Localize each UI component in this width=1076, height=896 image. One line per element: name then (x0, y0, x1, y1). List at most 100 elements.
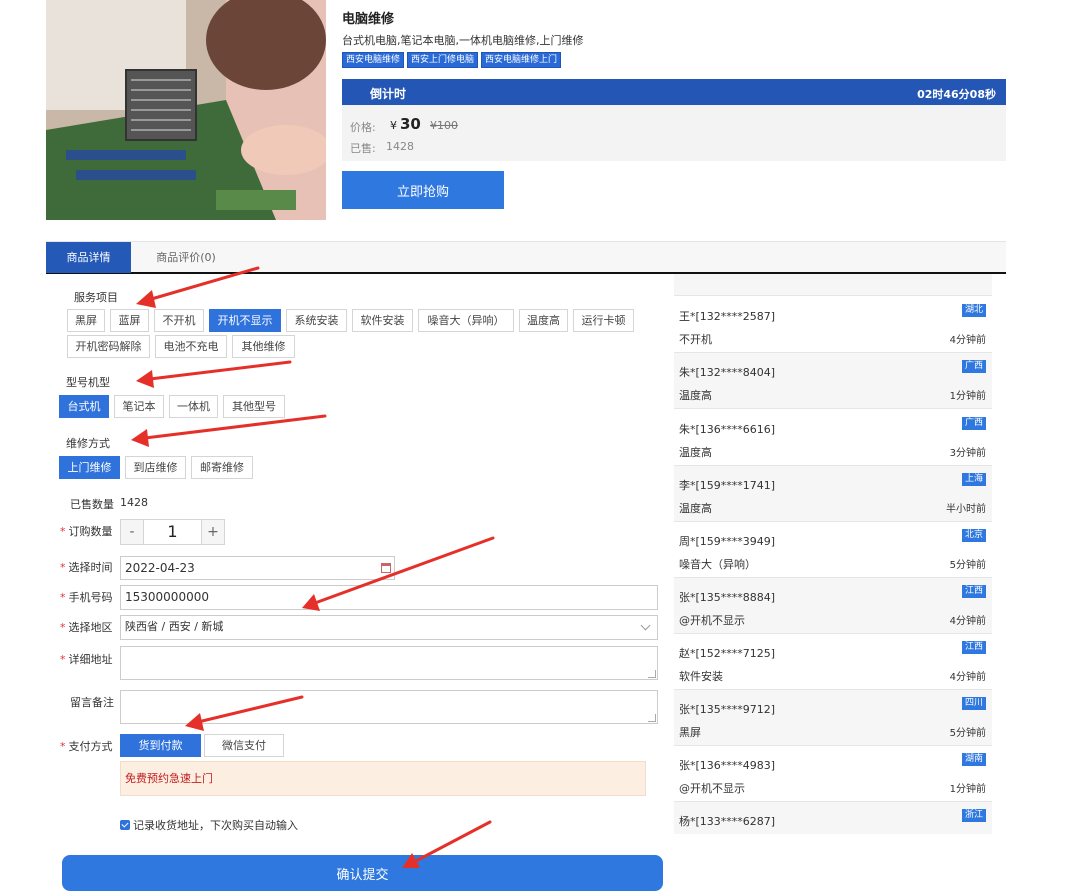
service-option[interactable]: 蓝屏 (110, 309, 149, 332)
date-label: * 选择时间 (60, 561, 113, 574)
service-option[interactable]: 温度高 (519, 309, 568, 332)
region-label: * 选择地区 (60, 621, 113, 634)
service-title: 服务项目 (74, 291, 118, 304)
method-option[interactable]: 邮寄维修 (191, 456, 253, 479)
list-item: 王*[132****2587] 湖北 不开机 4分钟前 (674, 297, 992, 353)
order-time: 4分钟前 (949, 616, 986, 627)
remark-textarea[interactable] (120, 690, 658, 724)
list-item: 朱*[132****8404] 广西 温度高 1分钟前 (674, 353, 992, 409)
submit-button[interactable]: 确认提交 (62, 855, 663, 891)
service-option[interactable]: 其他维修 (232, 335, 295, 358)
list-item: 朱*[136****6616] 广西 温度高 3分钟前 (674, 410, 992, 466)
price-currency: ¥ (390, 119, 397, 132)
method-option[interactable]: 到店维修 (125, 456, 186, 479)
model-option[interactable]: 一体机 (169, 395, 218, 418)
quantity-increase-button[interactable]: + (202, 520, 224, 544)
region-badge: 江西 (961, 641, 986, 654)
address-label: * 详细地址 (60, 653, 113, 666)
region-badge: 北京 (961, 529, 986, 542)
payment-option[interactable]: 微信支付 (204, 734, 284, 757)
quantity-stepper: - 1 + (120, 519, 225, 545)
countdown-label: 倒计时 (370, 87, 407, 101)
list-item: 赵*[152****7125] 江西 软件安装 4分钟前 (674, 634, 992, 690)
order-time: 1分钟前 (949, 784, 986, 795)
order-service: 温度高 (679, 502, 712, 515)
service-option[interactable]: 不开机 (154, 309, 204, 332)
order-customer: 张*[135****8884] (679, 591, 776, 604)
price-current: 30 (400, 115, 421, 133)
method-option-selected[interactable]: 上门维修 (59, 456, 120, 479)
quantity-decrease-button[interactable]: - (121, 520, 143, 544)
list-item: 周*[159****3949] 北京 噪音大（异响） 5分钟前 (674, 522, 992, 578)
arrow-line (148, 360, 292, 381)
arrow-head (136, 290, 156, 308)
region-badge: 湖北 (961, 304, 986, 317)
model-option[interactable]: 笔记本 (114, 395, 164, 418)
order-service: 软件安装 (679, 670, 723, 683)
order-time: 3分钟前 (949, 448, 986, 459)
quantity-value[interactable]: 1 (143, 520, 202, 544)
order-customer: 杨*[133****6287] (679, 815, 776, 828)
service-option[interactable]: 运行卡顿 (573, 309, 634, 332)
price-original: ¥100 (430, 119, 458, 132)
region-badge: 广西 (961, 360, 986, 373)
product-description: 台式机电脑,笔记本电脑,一体机电脑维修,上门维修 (342, 34, 584, 47)
phone-label: * 手机号码 (60, 591, 113, 604)
list-item: 杨*[133****6287] 浙江 (674, 802, 992, 834)
model-option-selected[interactable]: 台式机 (59, 395, 109, 418)
service-option-selected[interactable]: 开机不显示 (209, 309, 281, 332)
order-customer: 朱*[136****6616] (679, 423, 776, 436)
list-item: 张*[135****8884] 江西 @开机不显示 4分钟前 (674, 578, 992, 634)
product-title: 电脑维修 (342, 12, 395, 27)
price-label: 价格: (350, 121, 376, 134)
calendar-icon[interactable] (381, 563, 391, 573)
address-textarea[interactable] (120, 646, 658, 680)
region-badge: 湖南 (961, 753, 986, 766)
model-option[interactable]: 其他型号 (223, 395, 285, 418)
order-customer: 张*[135****9712] (679, 703, 776, 716)
order-service: 温度高 (679, 389, 712, 402)
date-input[interactable]: 2022-04-23 (120, 556, 395, 580)
arrow-head (136, 370, 154, 388)
product-tag[interactable]: 西安上门修电脑 (407, 52, 479, 68)
remember-address-checkbox[interactable]: 记录收货地址，下次购买自动输入 (120, 817, 298, 833)
region-badge: 上海 (961, 473, 986, 486)
tab-review[interactable]: 商品评价(0) (141, 242, 231, 273)
service-option[interactable]: 软件安装 (352, 309, 413, 332)
order-time: 5分钟前 (949, 728, 986, 739)
region-select[interactable]: 陕西省 / 西安 / 新城 (120, 615, 658, 640)
order-time: 5分钟前 (949, 560, 986, 571)
order-service: 黑屏 (679, 726, 701, 739)
service-option[interactable]: 电池不充电 (155, 335, 227, 358)
order-service: 噪音大（异响） (679, 558, 756, 571)
buy-now-button[interactable]: 立即抢购 (342, 171, 504, 209)
arrow-line (143, 414, 327, 440)
service-option[interactable]: 系统安装 (286, 309, 347, 332)
payment-option-selected[interactable]: 货到付款 (120, 734, 201, 757)
region-badge: 江西 (961, 585, 986, 598)
date-value: 2022-04-23 (125, 561, 195, 575)
order-time: 4分钟前 (949, 335, 986, 346)
remember-address-label: 记录收货地址，下次购买自动输入 (133, 819, 298, 832)
service-option[interactable]: 开机密码解除 (67, 335, 150, 358)
checkbox-checked-icon[interactable] (120, 820, 130, 830)
order-service: 不开机 (679, 333, 712, 346)
payment-label: * 支付方式 (60, 740, 113, 753)
product-tag[interactable]: 西安电脑维修 (342, 52, 405, 68)
resize-handle-icon[interactable] (648, 670, 656, 678)
method-title: 维修方式 (66, 437, 110, 450)
phone-input[interactable]: 15300000000 (120, 585, 658, 610)
sold-qty-value: 1428 (120, 496, 148, 509)
phone-value: 15300000000 (125, 590, 209, 604)
resize-handle-icon[interactable] (648, 714, 656, 722)
remark-label: 留言备注 (70, 696, 114, 709)
sold-count: 1428 (386, 140, 414, 153)
tab-detail[interactable]: 商品详情 (46, 242, 131, 273)
countdown-time: 02时46分08秒 (917, 88, 996, 101)
service-option[interactable]: 黑屏 (67, 309, 105, 332)
detail-tabs: 商品详情 商品评价(0) (46, 241, 1006, 274)
order-time: 半小时前 (946, 504, 986, 515)
service-option[interactable]: 噪音大（异响） (418, 309, 514, 332)
product-tag[interactable]: 西安电脑维修上门 (481, 52, 562, 68)
chevron-down-icon (640, 620, 651, 631)
